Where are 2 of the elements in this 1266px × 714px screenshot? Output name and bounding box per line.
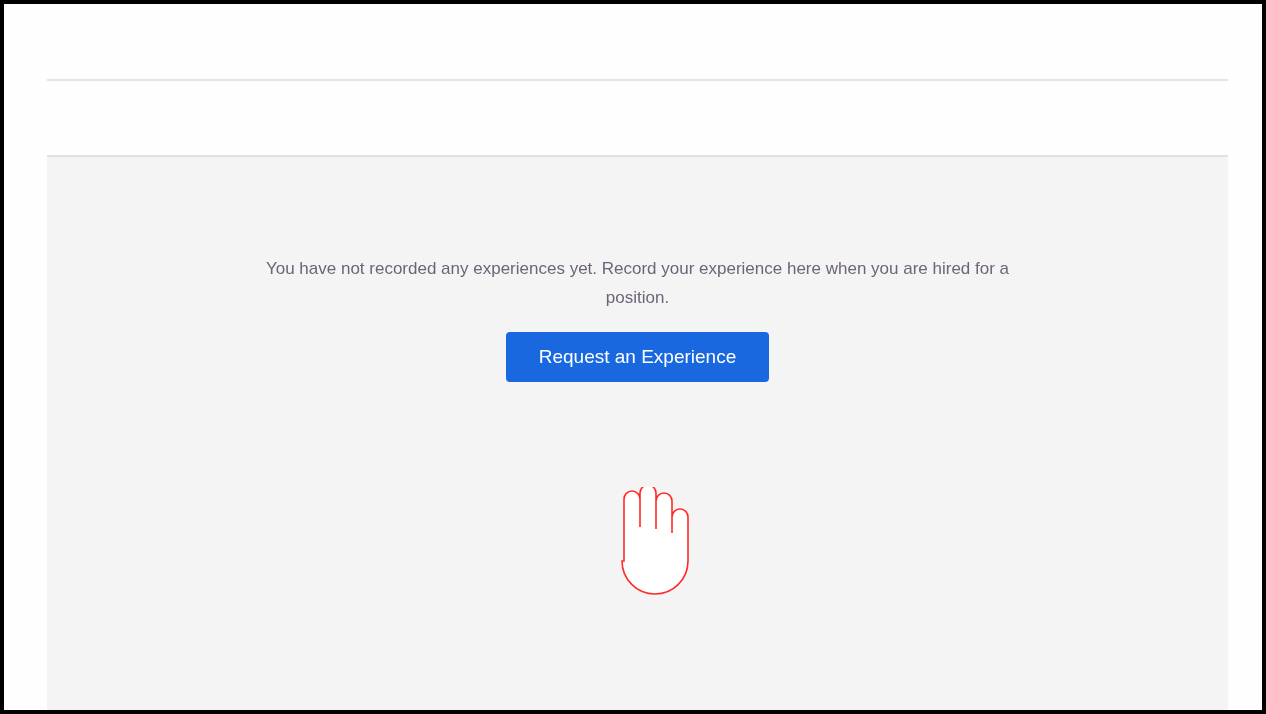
empty-state-message: You have not recorded any experiences yet. Record your experience here when you are hired for a position. [264,258,1011,309]
request-experience-button[interactable]: Request an Experience [506,332,769,382]
